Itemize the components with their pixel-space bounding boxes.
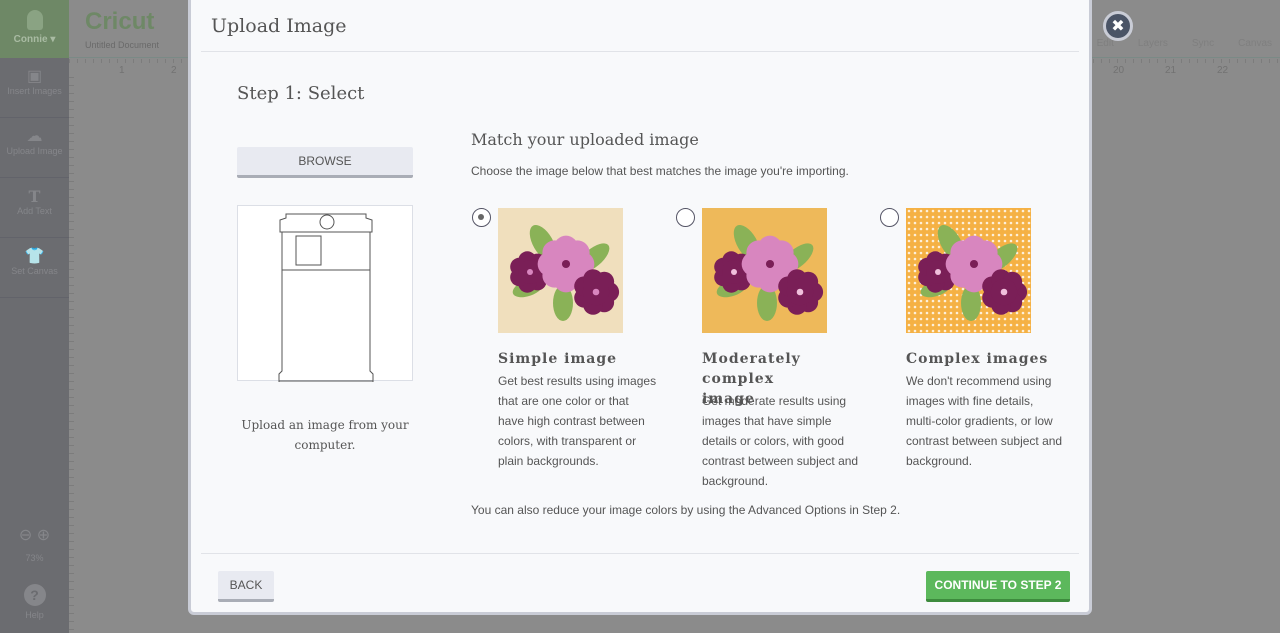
flower-image — [498, 208, 623, 333]
user-menu[interactable]: Connie ▾ — [0, 0, 69, 58]
shirt-icon: 👕 — [24, 248, 45, 265]
canvas-button[interactable]: Canvas — [1238, 38, 1272, 49]
zoom-in-icon[interactable]: ⊕ — [37, 527, 50, 544]
ruler-label: 22 — [1217, 65, 1229, 76]
advanced-options-note: You can also reduce your image colors by… — [471, 503, 901, 517]
sidebar-item-add-text[interactable]: T Add Text — [0, 178, 69, 238]
zoom-buttons: ⊖ ⊕ — [0, 525, 69, 545]
image-preview — [237, 205, 413, 382]
sync-button[interactable]: Sync — [1192, 38, 1214, 49]
step-title: Step 1: Select — [237, 83, 365, 104]
flower-image — [702, 208, 827, 333]
zoom-controls: ⊖ ⊕ 73% — [0, 525, 69, 563]
back-button[interactable]: BACK — [218, 571, 274, 602]
close-icon[interactable]: ✖ — [1103, 11, 1133, 41]
option-name: Simple image — [498, 351, 618, 367]
sidebar-item-label: Upload Image — [6, 146, 63, 156]
zoom-level: 73% — [25, 553, 44, 563]
sidebar-item-insert-images[interactable]: ▣ Insert Images — [0, 58, 69, 118]
cricut-logo: Cricut — [85, 8, 155, 35]
text-icon: T — [28, 187, 41, 206]
simple-image-thumbnail[interactable] — [498, 208, 623, 333]
option-description: Get moderate results using images that h… — [702, 394, 859, 488]
match-title: Match your uploaded image — [471, 130, 699, 149]
help-button[interactable]: ? Help — [0, 584, 69, 620]
document-title: Untitled Document — [85, 40, 160, 50]
help-label: Help — [25, 610, 44, 620]
image-icon: ▣ — [26, 68, 43, 85]
divider — [201, 51, 1079, 52]
zoom-out-icon[interactable]: ⊖ — [19, 527, 32, 544]
sidebar-item-label: Insert Images — [7, 86, 62, 96]
ruler-label: 21 — [1165, 65, 1177, 76]
user-icon — [26, 10, 43, 30]
vertical-ruler — [69, 77, 83, 633]
ruler-label: 2 — [171, 65, 177, 76]
layers-button[interactable]: Layers — [1138, 38, 1168, 49]
user-name: Connie ▾ — [13, 34, 56, 45]
radio-moderate[interactable] — [676, 208, 695, 227]
radio-simple[interactable] — [472, 208, 491, 227]
ruler-label: 20 — [1113, 65, 1125, 76]
help-icon: ? — [23, 584, 46, 606]
continue-button[interactable]: CONTINUE TO STEP 2 — [926, 571, 1070, 602]
match-subtitle: Choose the image below that best matches… — [471, 164, 849, 178]
cloud-upload-icon: ☁ — [26, 128, 43, 145]
option-description: We don't recommend using images with fin… — [906, 374, 1063, 468]
upload-instructions: Upload an image from your computer. — [241, 418, 409, 452]
ruler-label: 1 — [119, 65, 125, 76]
complex-image-thumbnail[interactable] — [906, 208, 1031, 333]
sidebar-item-label: Set Canvas — [11, 266, 58, 276]
sidebar-item-upload-image[interactable]: ☁ Upload Image — [0, 118, 69, 178]
sidebar-item-label: Add Text — [17, 206, 52, 216]
browse-button[interactable]: BROWSE — [237, 147, 413, 178]
option-description: Get best results using images that are o… — [498, 374, 657, 468]
preview-outline-image — [278, 213, 374, 382]
moderate-image-thumbnail[interactable] — [702, 208, 827, 333]
radio-complex[interactable] — [880, 208, 899, 227]
dialog-title: Upload Image — [211, 15, 347, 37]
sidebar-item-set-canvas[interactable]: 👕 Set Canvas — [0, 238, 69, 298]
divider — [201, 553, 1079, 554]
option-name: Complex images — [906, 351, 1049, 367]
upload-image-dialog: Upload Image Step 1: Select BROWSE Uploa… — [188, 0, 1092, 615]
sidebar: Connie ▾ ▣ Insert Images ☁ Upload Image TA… — [0, 0, 69, 633]
flower-image — [906, 208, 1031, 333]
